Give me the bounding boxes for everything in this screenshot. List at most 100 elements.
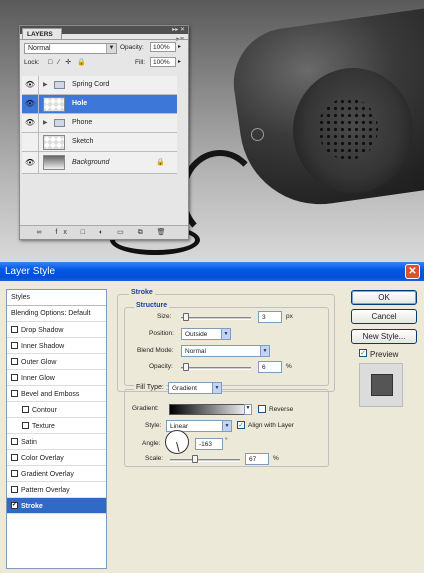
opacity-field[interactable]: 6 [258,361,282,373]
layer-row-hole[interactable]: 👁 Hole [22,95,177,114]
layer-row-phone[interactable]: 👁 ▶ Phone [22,114,177,133]
scale-slider[interactable] [170,459,240,462]
fill-arrow-icon[interactable]: ▸ [178,58,181,65]
expand-triangle-icon[interactable]: ▶ [43,114,48,132]
opacity-slider[interactable] [181,367,251,370]
opacity-slider-knob[interactable] [183,363,189,371]
gradient-label: Gradient: [132,405,159,412]
folder-icon [54,81,65,89]
layer-blend-mode-select[interactable]: Normal ▼ [24,43,117,54]
angle-dial[interactable] [165,430,189,454]
checkbox[interactable] [11,438,18,445]
size-unit: px [286,313,293,320]
reverse-checkbox[interactable] [258,405,266,413]
gradient-picker[interactable] [169,404,252,415]
layer-style-dialog: Layer Style ✕ Styles Blending Options: D… [0,262,424,573]
position-label: Position: [149,330,174,337]
layer-name: Sketch [72,138,94,145]
angle-field[interactable]: -163 [195,438,223,450]
position-select[interactable]: Outside ▼ [181,328,231,340]
eye-icon[interactable]: 👁 [22,114,39,132]
layer-row-spring-cord[interactable]: 👁 ▶ Spring Cord [22,76,177,95]
chevron-down-icon: ▼ [260,346,269,356]
style-value: Linear [170,423,189,430]
preview-label: Preview [370,350,399,359]
chevron-down-icon: ▼ [221,329,230,339]
blend-mode-value: Normal [28,45,51,52]
fill-type-select[interactable]: Gradient ▼ [168,382,222,394]
size-label: Size: [157,313,172,320]
preview-swatch-box [359,363,403,407]
layer-name: Phone [72,119,93,126]
layers-panel: ▸▸ ✕ LAYERS ▸≡ Normal▼ Opacity: 100% ▸ L… [19,25,189,240]
style-item-bevel-emboss[interactable]: Bevel and Emboss [7,386,106,402]
checkbox[interactable] [11,502,18,509]
checkbox[interactable] [11,470,18,477]
style-label: Contour [32,407,57,414]
tab-layers[interactable]: LAYERS [22,28,62,39]
checkbox[interactable] [11,358,18,365]
blend-mode-select[interactable]: Normal ▼ [181,345,270,357]
style-label: Gradient Overlay [21,471,74,478]
fill-field[interactable]: 100% [150,57,176,67]
lock-icons[interactable]: □ ∕ ✛ 🔒 [48,58,88,66]
style-label: Drop Shadow [21,327,64,334]
layer-row-sketch[interactable]: Sketch [22,133,177,152]
eye-icon[interactable]: 👁 [22,152,39,173]
style-item-contour[interactable]: Contour [7,402,106,418]
style-item-color-overlay[interactable]: Color Overlay [7,450,106,466]
blending-options-item[interactable]: Blending Options: Default [7,306,106,322]
ok-button[interactable]: OK [351,290,417,305]
eye-toggle-empty[interactable] [22,133,39,151]
style-item-gradient-overlay[interactable]: Gradient Overlay [7,466,106,482]
style-item-inner-glow[interactable]: Inner Glow [7,370,106,386]
checkbox[interactable] [22,422,29,429]
close-icon[interactable]: ✕ [405,264,420,279]
size-slider-knob[interactable] [183,313,189,321]
layer-row-background[interactable]: 👁 Background 🔒 [22,152,177,174]
checkbox[interactable] [11,342,18,349]
style-item-outer-glow[interactable]: Outer Glow [7,354,106,370]
opacity-label: Opacity: [149,363,173,370]
angle-label: Angle: [142,440,161,447]
size-slider[interactable] [181,317,251,320]
align-with-layer-label: Align with Layer [248,422,294,429]
style-item-drop-shadow[interactable]: Drop Shadow [7,322,106,338]
dialog-title[interactable]: Layer Style [0,262,424,281]
expand-triangle-icon[interactable]: ▶ [43,76,48,94]
styles-header[interactable]: Styles [7,290,106,306]
checkbox[interactable] [22,406,29,413]
panel-footer-icons[interactable]: ∞ fx □ ◐ ▭ ⧉ 🗑 [20,225,188,239]
size-field[interactable]: 3 [258,311,282,323]
cancel-button[interactable]: Cancel [351,309,417,324]
checkbox[interactable] [11,374,18,381]
preview-checkbox[interactable]: ✓ [359,349,367,357]
earpiece-holes [318,98,378,160]
checkbox[interactable] [11,454,18,461]
eye-icon[interactable]: 👁 [22,95,39,113]
style-label: Inner Glow [21,375,55,382]
scale-field[interactable]: 67 [245,453,269,465]
gradient-dropdown-icon[interactable]: ▼ [244,404,252,415]
style-item-pattern-overlay[interactable]: Pattern Overlay [7,482,106,498]
scale-slider-knob[interactable] [192,455,198,463]
checkbox[interactable] [11,486,18,493]
new-style-button[interactable]: New Style... [351,329,417,344]
style-item-stroke[interactable]: Stroke [7,498,106,514]
layer-thumbnail [43,155,65,170]
opacity-arrow-icon[interactable]: ▸ [178,43,181,50]
style-item-satin[interactable]: Satin [7,434,106,450]
checkbox[interactable] [11,326,18,333]
stroke-group-title: Stroke [129,289,155,296]
phone-hole-ring [251,128,264,141]
eye-icon[interactable]: 👁 [22,76,39,94]
panel-collapse-icon[interactable]: ▸▸ ✕ [172,26,185,33]
folder-icon [54,119,65,127]
layer-name: Spring Cord [72,81,110,88]
fill-label: Fill: [135,59,146,66]
style-item-inner-shadow[interactable]: Inner Shadow [7,338,106,354]
align-with-layer-checkbox[interactable]: ✓ [237,421,245,429]
checkbox[interactable] [11,390,18,397]
style-item-texture[interactable]: Texture [7,418,106,434]
opacity-field[interactable]: 100% [150,42,176,52]
